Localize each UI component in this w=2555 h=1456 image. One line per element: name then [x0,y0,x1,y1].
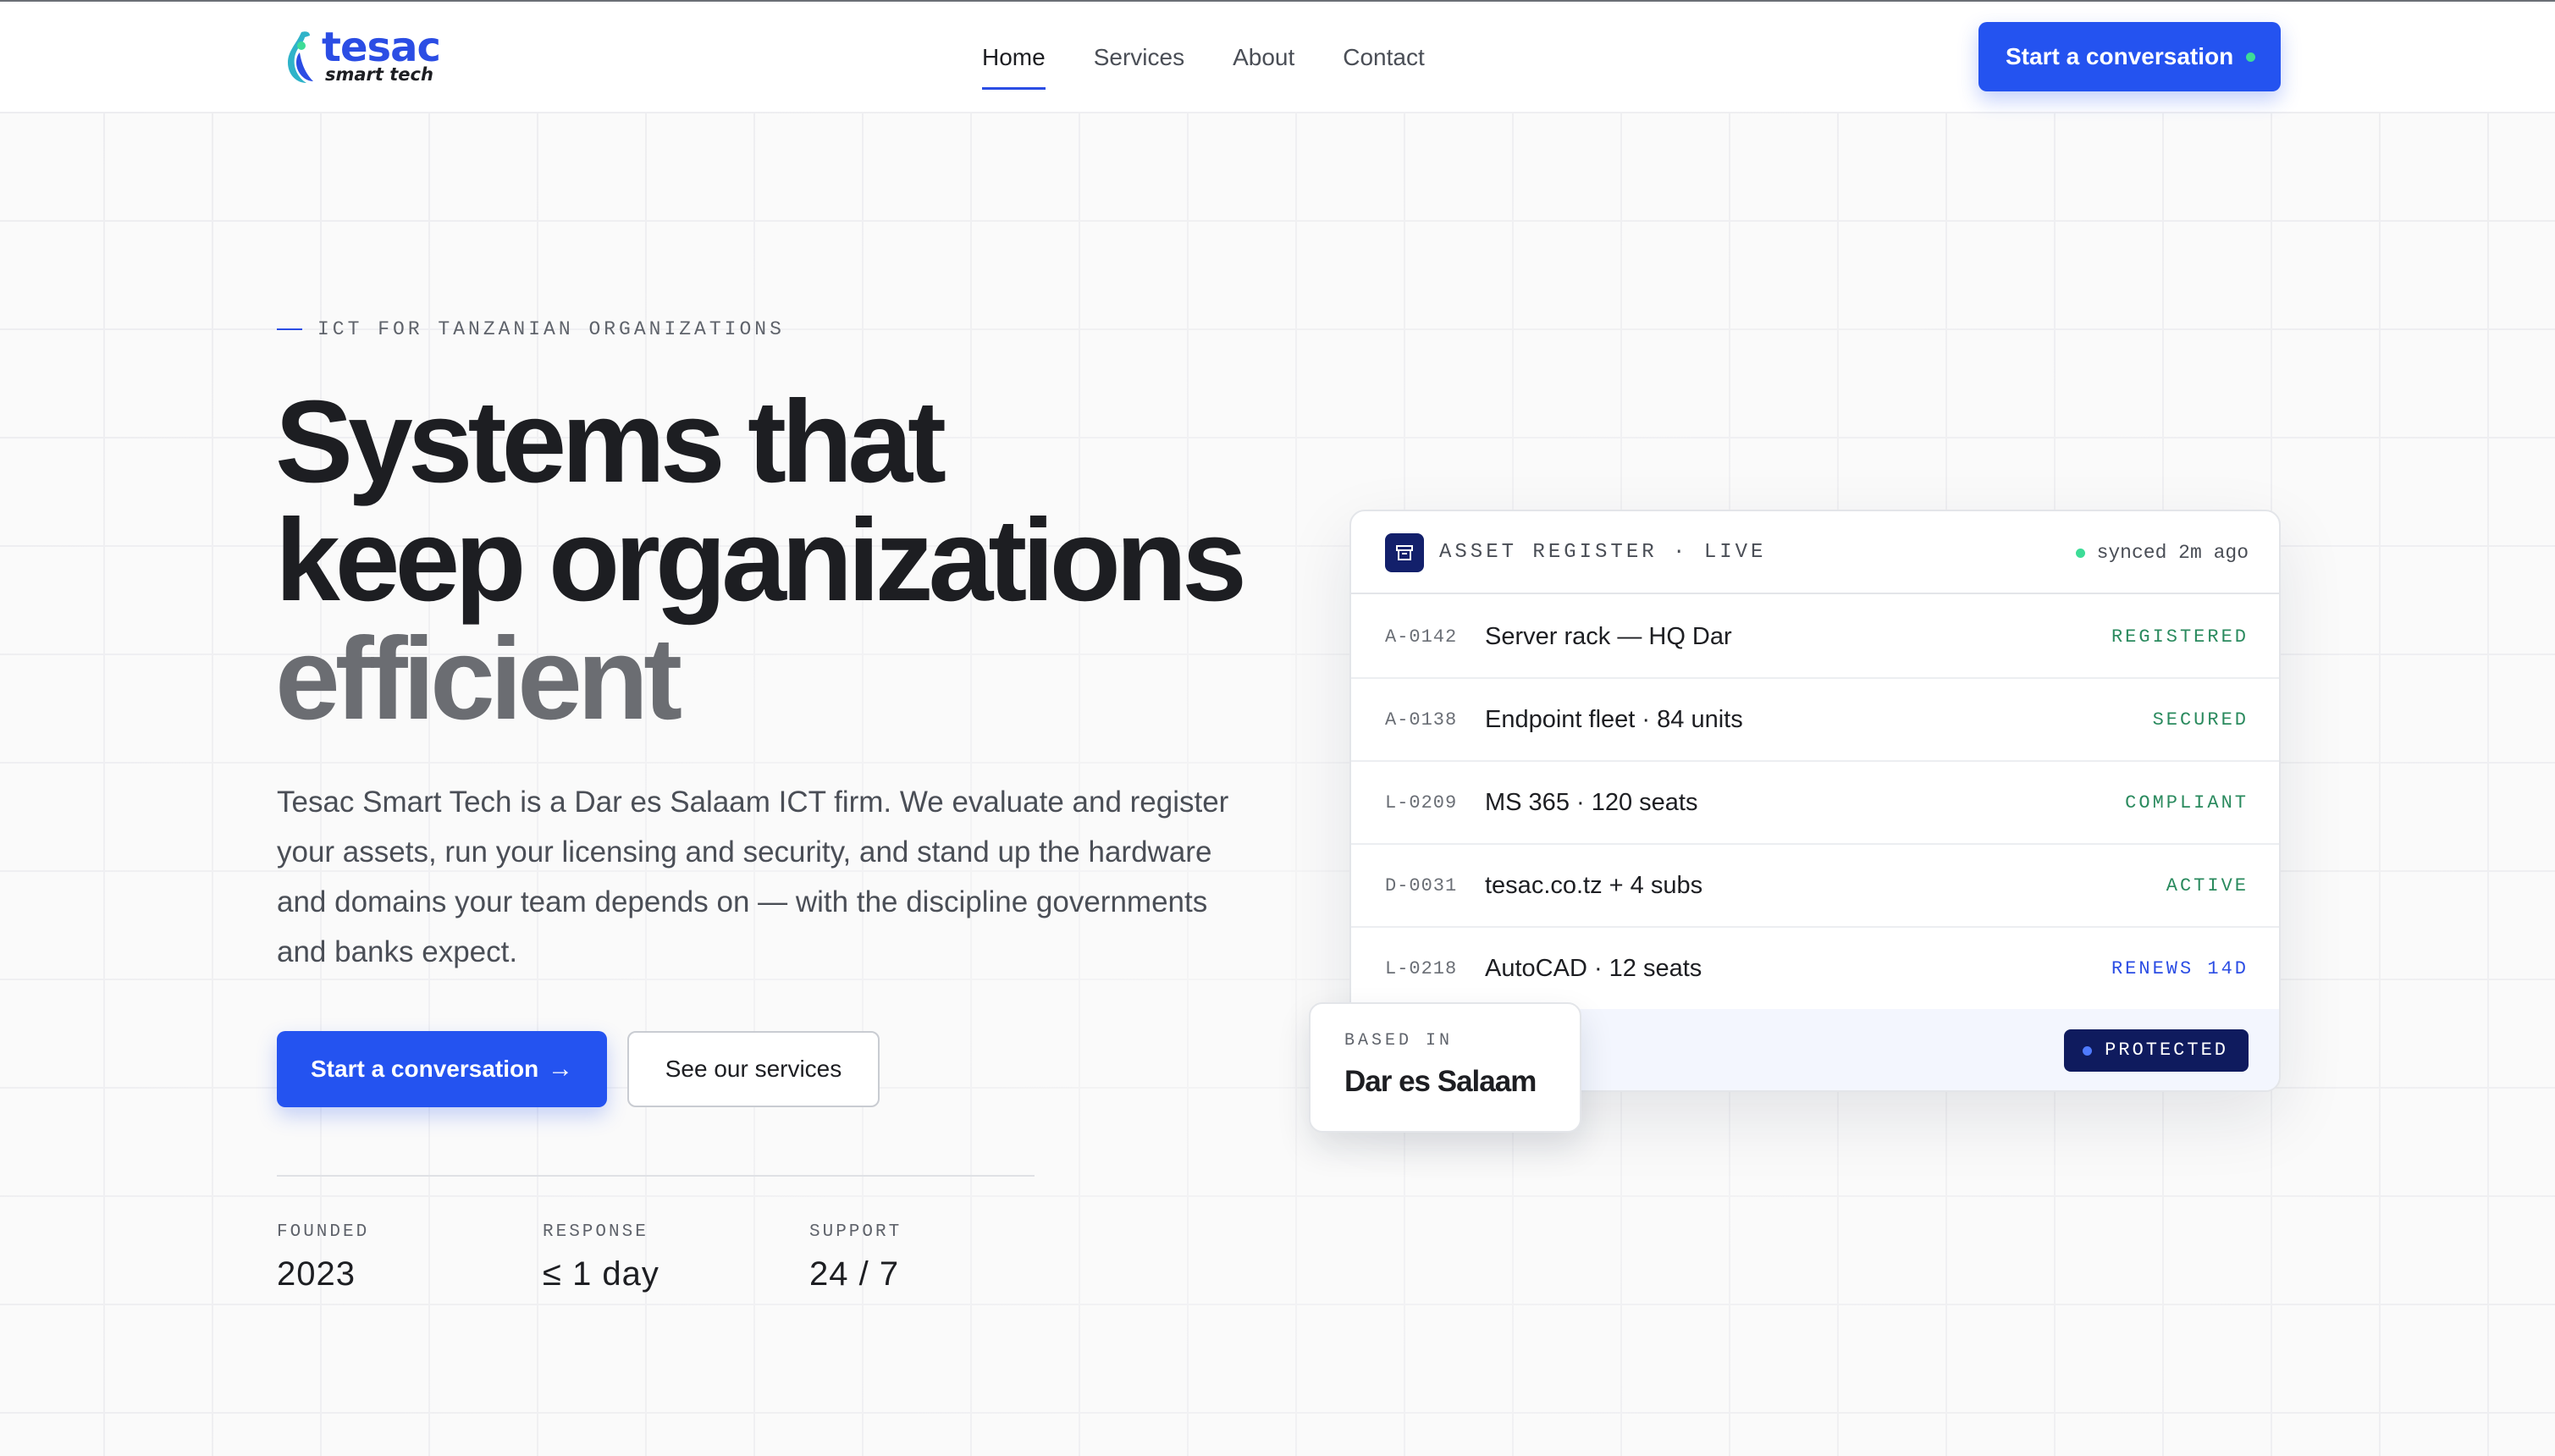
asset-code: D-0031 [1385,875,1458,896]
hero-headline: Systems that keep organizations efficien… [275,383,1291,738]
stat-label: SUPPORT [809,1222,902,1242]
asset-status: COMPLIANT [2125,792,2249,813]
see-services-button[interactable]: See our services [627,1031,880,1107]
asset-name: AutoCAD · 12 seats [1485,955,1702,982]
protected-label: PROTECTED [2105,1040,2228,1061]
asset-code: A-0138 [1385,709,1458,731]
asset-status: RENEWS 14D [2111,958,2249,979]
asset-status: REGISTERED [2111,626,2249,648]
location-label: BASED IN [1344,1031,1454,1051]
asset-code: L-0218 [1385,958,1458,979]
protected-badge: PROTECTED [2064,1029,2249,1072]
nav-about[interactable]: About [1233,36,1294,90]
brand-logo[interactable]: tesac smart tech [284,24,441,90]
hero-eyebrow: ICT FOR TANZANIAN ORGANIZATIONS [277,318,785,340]
header-cta-button[interactable]: Start a conversation [1978,22,2281,91]
stat-founded: FOUNDED 2023 [277,1222,369,1293]
asset-row[interactable]: A-0138 Endpoint fleet · 84 units SECURED [1351,679,2279,762]
nav-contact[interactable]: Contact [1343,36,1425,90]
stat-value: 24 / 7 [809,1255,900,1293]
sync-status: synced 2m ago [2075,538,2249,567]
asset-row[interactable]: L-0209 MS 365 · 120 seats COMPLIANT [1351,762,2279,845]
asset-code: A-0142 [1385,626,1458,648]
card-title: ASSET REGISTER · LIVE [1439,541,1767,564]
asset-status: SECURED [2152,709,2249,731]
stats-divider [277,1175,1035,1177]
start-conversation-label: Start a conversation [311,1056,539,1082]
asset-row[interactable]: A-0142 Server rack — HQ Dar REGISTERED [1351,596,2279,679]
main-nav: Home Services About Contact [982,36,1425,90]
headline-line-1: Systems that [275,377,946,507]
archive-box-icon [1385,533,1424,572]
header-cta-label: Start a conversation [2006,43,2234,69]
stat-value: ≤ 1 day [543,1255,659,1293]
asset-name: Endpoint fleet · 84 units [1485,706,1743,733]
sync-dot-icon [2075,548,2085,558]
brand-tagline: smart tech [325,64,433,85]
status-dot-icon [2246,52,2255,62]
asset-name: tesac.co.tz + 4 subs [1485,872,1703,899]
nav-services[interactable]: Services [1094,36,1184,90]
nav-home[interactable]: Home [982,36,1046,90]
headline-line-3: efficient [275,614,682,744]
stat-response: RESPONSE ≤ 1 day [543,1222,659,1293]
start-conversation-button[interactable]: Start a conversation → [277,1031,607,1107]
stat-value: 2023 [277,1255,356,1293]
location-badge: BASED IN Dar es Salaam [1309,1002,1581,1133]
stat-support: SUPPORT 24 / 7 [809,1222,902,1293]
asset-row[interactable]: D-0031 tesac.co.tz + 4 subs ACTIVE [1351,845,2279,928]
asset-row[interactable]: L-0218 AutoCAD · 12 seats RENEWS 14D [1351,928,2279,1011]
eyebrow-rule [277,328,302,330]
asset-code: L-0209 [1385,792,1458,813]
site-header: tesac smart tech Home Services About Con… [0,2,2555,112]
stat-label: RESPONSE [543,1222,648,1242]
eyebrow-text: ICT FOR TANZANIAN ORGANIZATIONS [317,318,785,340]
stat-label: FOUNDED [277,1222,370,1242]
arrow-right-icon: → [548,1055,573,1083]
asset-name: Server rack — HQ Dar [1485,623,1732,650]
location-value: Dar es Salaam [1344,1065,1537,1098]
headline-line-2: keep organizations [275,495,1247,626]
tesac-logo-icon [288,31,313,83]
sync-text: synced 2m ago [2096,542,2249,564]
protected-dot-icon [2083,1046,2093,1056]
asset-status: ACTIVE [2166,875,2249,896]
asset-name: MS 365 · 120 seats [1485,789,1698,816]
card-header: ASSET REGISTER · LIVE synced 2m ago [1351,511,2279,594]
hero-lead: Tesac Smart Tech is a Dar es Salaam ICT … [277,786,1229,968]
page: tesac smart tech Home Services About Con… [0,0,2555,1456]
